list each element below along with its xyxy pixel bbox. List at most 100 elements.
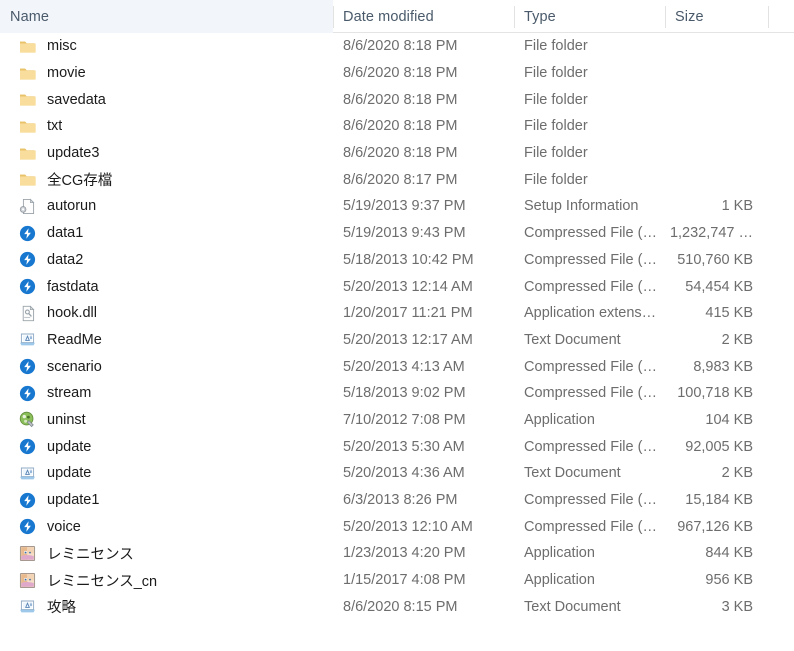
file-size-cell: 100,718 KB — [665, 380, 768, 407]
file-name-cell[interactable]: autorun — [0, 193, 333, 220]
file-list-row[interactable]: data15/19/2013 9:43 PMCompressed File (…… — [0, 220, 794, 247]
file-list-row[interactable]: 攻略8/6/2020 8:15 PMText Document3 KB — [0, 593, 794, 620]
file-size-label: 2 KB — [722, 465, 753, 481]
file-name-cell[interactable]: 攻略 — [0, 593, 333, 620]
file-size-cell — [665, 33, 768, 60]
file-date-modified-label: 8/6/2020 8:17 PM — [343, 172, 457, 188]
file-size-label: 8,983 KB — [693, 359, 753, 375]
file-name-cell[interactable]: update — [0, 433, 333, 460]
file-size-cell: 967,126 KB — [665, 513, 768, 540]
column-header-date-modified[interactable]: Date modified — [333, 0, 514, 33]
file-name-cell[interactable]: scenario — [0, 353, 333, 380]
file-size-cell: 415 KB — [665, 300, 768, 327]
file-name-cell[interactable]: movie — [0, 60, 333, 87]
file-list-row[interactable]: data25/18/2013 10:42 PMCompressed File (… — [0, 247, 794, 274]
file-date-modified-label: 1/20/2017 11:21 PM — [343, 305, 473, 321]
column-resize-handle-date[interactable] — [514, 6, 515, 28]
file-type-label: Compressed File (… — [524, 385, 657, 401]
column-resize-handle-name[interactable] — [333, 6, 334, 28]
column-header-date-modified-label: Date modified — [343, 9, 434, 25]
file-name-label: voice — [47, 519, 81, 535]
file-name-cell[interactable]: data1 — [0, 220, 333, 247]
folder-icon — [19, 65, 36, 82]
file-type-label: File folder — [524, 118, 588, 134]
folder-icon — [19, 118, 36, 135]
file-name-cell[interactable]: misc — [0, 33, 333, 60]
file-list-row[interactable]: update5/20/2013 5:30 AMCompressed File (… — [0, 433, 794, 460]
file-size-label: 3 KB — [722, 599, 753, 615]
column-resize-handle-type[interactable] — [665, 6, 666, 28]
file-list-row[interactable]: レミニセンス1/23/2013 4:20 PMApplication844 KB — [0, 540, 794, 567]
file-date-modified-label: 5/20/2013 12:10 AM — [343, 519, 473, 535]
file-list-row[interactable]: fastdata5/20/2013 12:14 AMCompressed Fil… — [0, 273, 794, 300]
file-date-modified-label: 8/6/2020 8:18 PM — [343, 92, 457, 108]
file-list-row[interactable]: stream5/18/2013 9:02 PMCompressed File (… — [0, 380, 794, 407]
file-type-label: Text Document — [524, 332, 621, 348]
file-type-label: Application — [524, 572, 595, 588]
file-type-cell: Application — [514, 540, 665, 567]
file-date-modified-cell: 5/20/2013 12:14 AM — [333, 273, 514, 300]
file-name-cell[interactable]: uninst — [0, 407, 333, 434]
compressed-file-icon — [19, 358, 36, 375]
file-name-cell[interactable]: レミニセンス_cn — [0, 567, 333, 594]
file-list-row[interactable]: update5/20/2013 4:36 AMText Document2 KB — [0, 460, 794, 487]
file-type-cell: Setup Information — [514, 193, 665, 220]
file-name-cell[interactable]: voice — [0, 513, 333, 540]
file-size-cell: 2 KB — [665, 327, 768, 354]
column-header-type[interactable]: Type — [514, 0, 665, 33]
file-date-modified-label: 8/6/2020 8:15 PM — [343, 599, 457, 615]
file-list-row[interactable]: update38/6/2020 8:18 PMFile folder — [0, 140, 794, 167]
file-name-cell[interactable]: update — [0, 460, 333, 487]
file-list-row[interactable]: savedata8/6/2020 8:18 PMFile folder — [0, 86, 794, 113]
file-name-cell[interactable]: stream — [0, 380, 333, 407]
file-list-row[interactable]: 全CG存檔8/6/2020 8:17 PMFile folder — [0, 166, 794, 193]
file-name-label: update3 — [47, 145, 99, 161]
file-name-cell[interactable]: savedata — [0, 86, 333, 113]
file-name-cell[interactable]: update3 — [0, 140, 333, 167]
file-list-row[interactable]: scenario5/20/2013 4:13 AMCompressed File… — [0, 353, 794, 380]
file-name-cell[interactable]: update1 — [0, 487, 333, 514]
column-header-name[interactable]: Name — [0, 0, 333, 33]
file-name-cell[interactable]: レミニセンス — [0, 540, 333, 567]
compressed-file-icon — [19, 225, 36, 242]
file-type-cell: Application — [514, 407, 665, 434]
file-size-label: 54,454 KB — [685, 279, 753, 295]
file-list-row[interactable]: hook.dll 1/20/2017 11:21 PM Application ex… — [0, 300, 794, 327]
file-type-cell: Application — [514, 567, 665, 594]
text-document-icon — [19, 331, 36, 348]
file-list-row[interactable]: autorun 5/19/2013 9:37 PM Setup Informatio… — [0, 193, 794, 220]
file-list-row[interactable]: ReadMe5/20/2013 12:17 AMText Document2 K… — [0, 327, 794, 354]
file-date-modified-cell: 8/6/2020 8:18 PM — [333, 113, 514, 140]
file-name-cell[interactable]: hook.dll — [0, 300, 333, 327]
column-header-size[interactable]: Size — [665, 0, 768, 33]
compressed-file-icon — [19, 385, 36, 402]
file-size-cell: 92,005 KB — [665, 433, 768, 460]
file-name-cell[interactable]: txt — [0, 113, 333, 140]
file-date-modified-cell: 8/6/2020 8:17 PM — [333, 166, 514, 193]
file-date-modified-label: 8/6/2020 8:18 PM — [343, 145, 457, 161]
file-date-modified-cell: 5/20/2013 4:36 AM — [333, 460, 514, 487]
file-type-cell: Compressed File (… — [514, 380, 665, 407]
file-type-cell: Compressed File (… — [514, 220, 665, 247]
file-date-modified-label: 5/20/2013 4:36 AM — [343, 465, 465, 481]
file-list-row[interactable]: voice5/20/2013 12:10 AMCompressed File (… — [0, 513, 794, 540]
file-size-cell: 1 KB — [665, 193, 768, 220]
file-date-modified-cell: 8/6/2020 8:15 PM — [333, 593, 514, 620]
file-type-cell: Application extens… — [514, 300, 665, 327]
file-size-label: 92,005 KB — [685, 439, 753, 455]
column-resize-handle-size[interactable] — [768, 6, 769, 28]
file-name-cell[interactable]: fastdata — [0, 273, 333, 300]
file-size-label: 510,760 KB — [677, 252, 753, 268]
file-name-cell[interactable]: data2 — [0, 247, 333, 274]
file-list-row[interactable]: uninst7/10/2012 7:08 PMApplication104 KB — [0, 407, 794, 434]
file-name-cell[interactable]: 全CG存檔 — [0, 166, 333, 193]
file-list-row[interactable]: misc8/6/2020 8:18 PMFile folder — [0, 33, 794, 60]
file-list-row[interactable]: update16/3/2013 8:26 PMCompressed File (… — [0, 487, 794, 514]
file-size-label: 844 KB — [705, 545, 753, 561]
file-list-row[interactable]: txt8/6/2020 8:18 PM File folder — [0, 113, 794, 140]
file-name-cell[interactable]: ReadMe — [0, 327, 333, 354]
file-list-row[interactable]: レミニセンス_cn1/15/2017 4:08 PMApplication956… — [0, 567, 794, 594]
file-size-cell: 15,184 KB — [665, 487, 768, 514]
file-list-row[interactable]: movie8/6/2020 8:18 PMFile folder — [0, 60, 794, 87]
file-date-modified-label: 5/19/2013 9:37 PM — [343, 198, 466, 214]
